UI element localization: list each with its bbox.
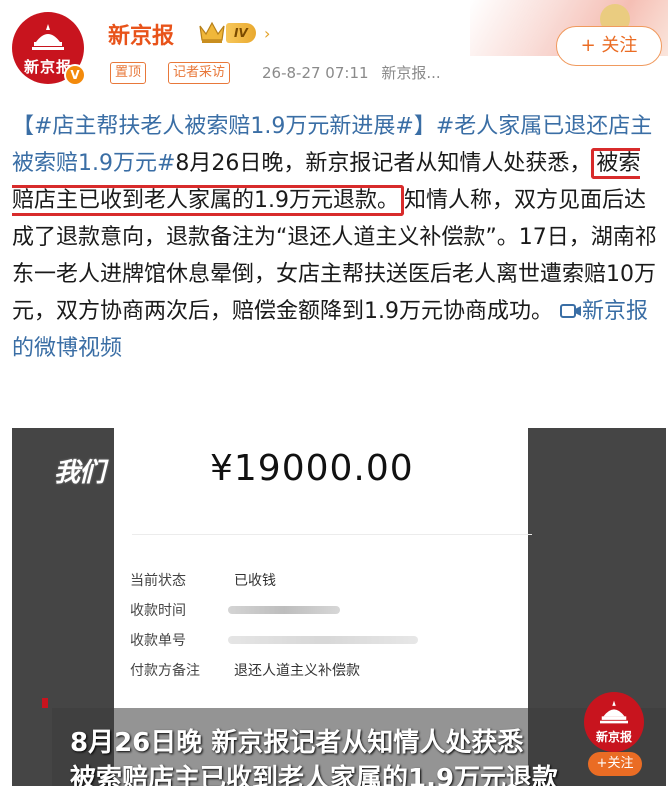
crown-icon <box>199 21 225 43</box>
receipt-label: 收款时间 <box>130 603 186 619</box>
post-meta: 26-8-27 07:11 新京报... <box>262 62 441 84</box>
video-follow-button[interactable]: +关注 <box>588 752 642 776</box>
blurred-value <box>228 606 340 614</box>
receipt-value: 退还人道主义补偿款 <box>234 663 360 679</box>
verified-badge: V <box>64 64 86 86</box>
chevron-right-icon: › <box>264 24 271 43</box>
video-avatar[interactable]: 新京报 <box>584 692 644 752</box>
watermark-text: 我们 <box>54 458 105 488</box>
receipt-value: 已收钱 <box>234 573 276 589</box>
post-text-part: 8月26日晚，新京报记者从知情人处获悉， <box>175 151 592 176</box>
post-source: 新京报... <box>381 64 441 82</box>
divider <box>132 534 532 535</box>
blurred-value <box>228 636 418 644</box>
post-header: 新京报 V 新京报 IV › 置顶 记者采访 26-8-27 07:11 新京报… <box>0 0 668 100</box>
video-player[interactable]: 我们 ¥19000.00 当前状态 已收钱 收款时间 收款单号 付款方备注 退还… <box>12 428 666 786</box>
payment-amount: ¥19000.00 <box>210 448 414 489</box>
account-name[interactable]: 新京报 <box>108 18 174 50</box>
post-text: 【#店主帮扶老人被索赔1.9万元新进展#】#老人家属已退还店主被索赔1.9万元#… <box>12 108 662 367</box>
reporter-interview-tag: 记者采访 <box>168 62 231 84</box>
video-subtitle: 8月26日晚 新京报记者从知情人处获悉 <box>70 728 524 758</box>
avatar-logo-text: 新京报 <box>595 730 632 744</box>
video-icon <box>560 304 581 318</box>
temple-logo-icon <box>32 24 64 50</box>
video-subtitle: 被索赔店主已收到老人家属的1.9万元退款 <box>70 764 559 786</box>
follow-button[interactable]: + 关注 <box>556 26 662 66</box>
video-marker <box>42 698 48 708</box>
post-timestamp: 26-8-27 07:11 <box>262 64 369 82</box>
hashtag-link[interactable]: 【#店主帮扶老人被索赔1.9万元新进展#】 <box>12 114 436 139</box>
receipt-label: 收款单号 <box>130 633 186 649</box>
receipt-label: 当前状态 <box>130 573 186 589</box>
pinned-tag: 置顶 <box>110 62 147 84</box>
receipt-label: 付款方备注 <box>130 663 200 679</box>
level-badge: IV <box>226 23 256 43</box>
temple-logo-icon <box>600 700 628 724</box>
